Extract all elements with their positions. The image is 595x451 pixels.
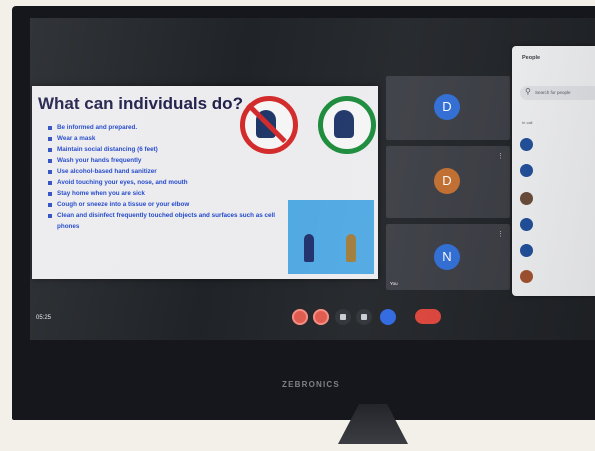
screen: What can individuals do? Be informed and… (30, 18, 595, 340)
avatar (520, 164, 533, 177)
microphone-off-button[interactable] (292, 309, 308, 325)
avatar (520, 244, 533, 257)
monitor: What can individuals do? Be informed and… (12, 6, 595, 420)
slide-bullet: Maintain social distancing (6 feet) (48, 144, 278, 155)
captions-icon (340, 314, 346, 320)
monitor-brand-logo: ZEBRONICS (282, 380, 340, 389)
participant-list-item[interactable] (520, 192, 595, 206)
avatar (520, 270, 533, 283)
more-options-icon[interactable]: ⋮ (497, 230, 504, 238)
participant-list-item[interactable] (520, 218, 595, 232)
no-contact-sign-icon (240, 96, 298, 154)
captions-button[interactable] (335, 309, 351, 325)
camera-off-button[interactable] (313, 309, 329, 325)
more-options-button[interactable] (380, 309, 396, 325)
slide-bullet: Stay home when you are sick (48, 188, 278, 199)
slide-bullet: Wash your hands frequently (48, 155, 278, 166)
avatar (520, 218, 533, 231)
participant-tile[interactable]: D (386, 76, 510, 140)
participant-avatar: D (434, 94, 460, 120)
slide-bullet: Use alcohol-based hand sanitizer (48, 166, 278, 177)
search-placeholder: Search for people (535, 90, 571, 95)
participant-avatar: D (434, 168, 460, 194)
in-call-label: In call (522, 120, 533, 125)
slide-bullet: Avoid touching your eyes, nose, and mout… (48, 177, 278, 188)
meeting-time: 05:25 (36, 315, 51, 321)
participant-list-item[interactable] (520, 270, 595, 284)
mask-sign-icon (318, 96, 376, 154)
search-icon: ⚲ (525, 87, 531, 96)
people-panel-title: People (522, 55, 541, 61)
clock-time: 05:25 (36, 315, 52, 321)
people-search-input[interactable]: ⚲ Search for people (520, 86, 595, 100)
more-options-icon[interactable]: ⋮ (497, 152, 504, 160)
avatar (520, 192, 533, 205)
presentation-slide: What can individuals do? Be informed and… (32, 86, 378, 279)
present-screen-button[interactable] (356, 309, 372, 325)
participant-avatar: N (434, 244, 460, 270)
slide-title: What can individuals do? (38, 94, 243, 113)
participant-tile[interactable]: D ⋮ (386, 146, 510, 218)
avatar (520, 138, 533, 151)
end-call-button[interactable] (415, 309, 441, 324)
self-view-tile[interactable]: N ⋮ You (386, 224, 510, 290)
participant-name: You (390, 281, 398, 286)
slide-bullet: Cough or sneeze into a tissue or your el… (48, 199, 278, 210)
distancing-illustration (288, 200, 374, 274)
meeting-control-bar: 05:25 (30, 294, 595, 340)
slide-bullet: Clean and disinfect frequently touched o… (48, 210, 278, 232)
people-panel: People ⚲ Search for people In call (512, 46, 595, 296)
participant-list-item[interactable] (520, 244, 595, 258)
participant-list-item[interactable] (520, 138, 595, 152)
present-icon (361, 314, 367, 320)
participant-list-item[interactable] (520, 164, 595, 178)
